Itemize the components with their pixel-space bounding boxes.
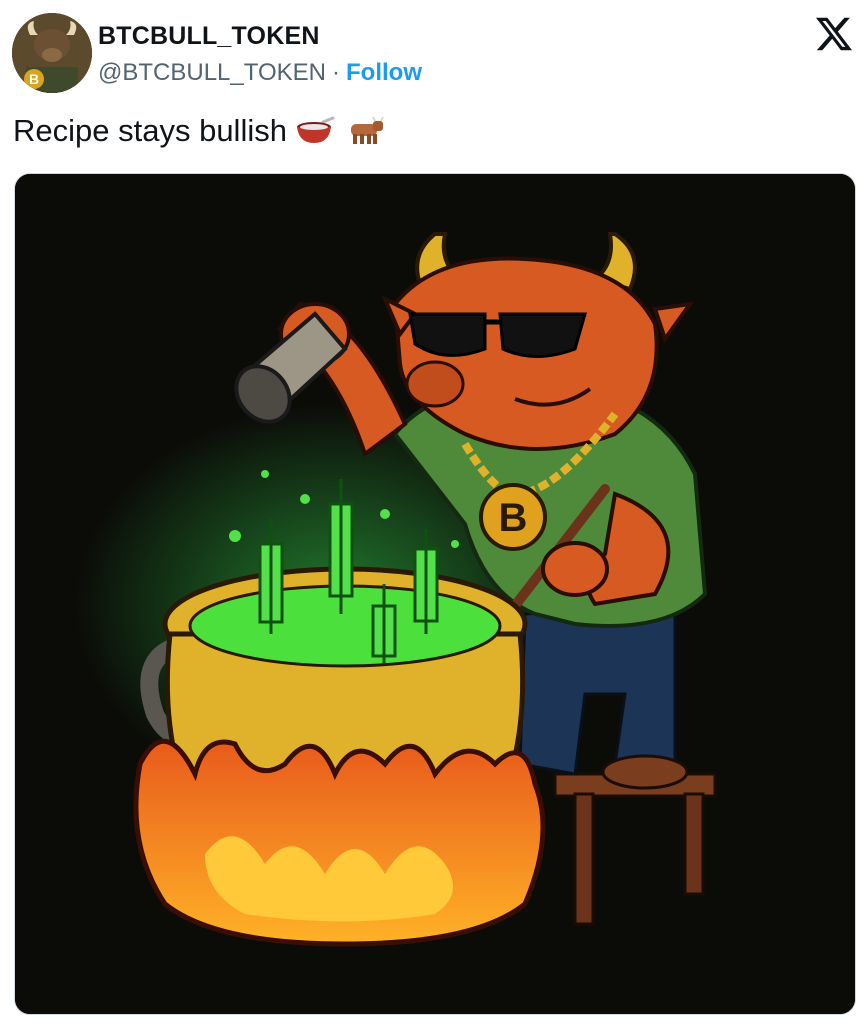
tweet-text: Recipe stays bullish bbox=[13, 113, 385, 149]
x-logo-icon[interactable] bbox=[815, 16, 853, 52]
author-display-name[interactable]: BTCBULL_TOKEN bbox=[98, 22, 320, 51]
bull-avatar-icon: B bbox=[12, 13, 92, 93]
svg-text:B: B bbox=[29, 71, 39, 87]
svg-text:B: B bbox=[499, 496, 528, 540]
tweet-text-content: Recipe stays bullish bbox=[13, 113, 287, 148]
bowl-with-spoon-emoji-icon bbox=[296, 116, 335, 143]
separator-dot: · bbox=[332, 59, 340, 86]
author-handle[interactable]: @BTCBULL_TOKEN bbox=[98, 59, 326, 86]
tweet-media-image[interactable]: B bbox=[14, 173, 856, 1015]
follow-button[interactable]: Follow bbox=[346, 59, 422, 86]
bull-cooking-cauldron-illustration: B bbox=[15, 174, 855, 1014]
avatar[interactable]: B bbox=[12, 13, 92, 93]
ox-emoji-icon bbox=[350, 116, 384, 144]
author-handle-row: @BTCBULL_TOKEN · Follow bbox=[98, 59, 422, 87]
